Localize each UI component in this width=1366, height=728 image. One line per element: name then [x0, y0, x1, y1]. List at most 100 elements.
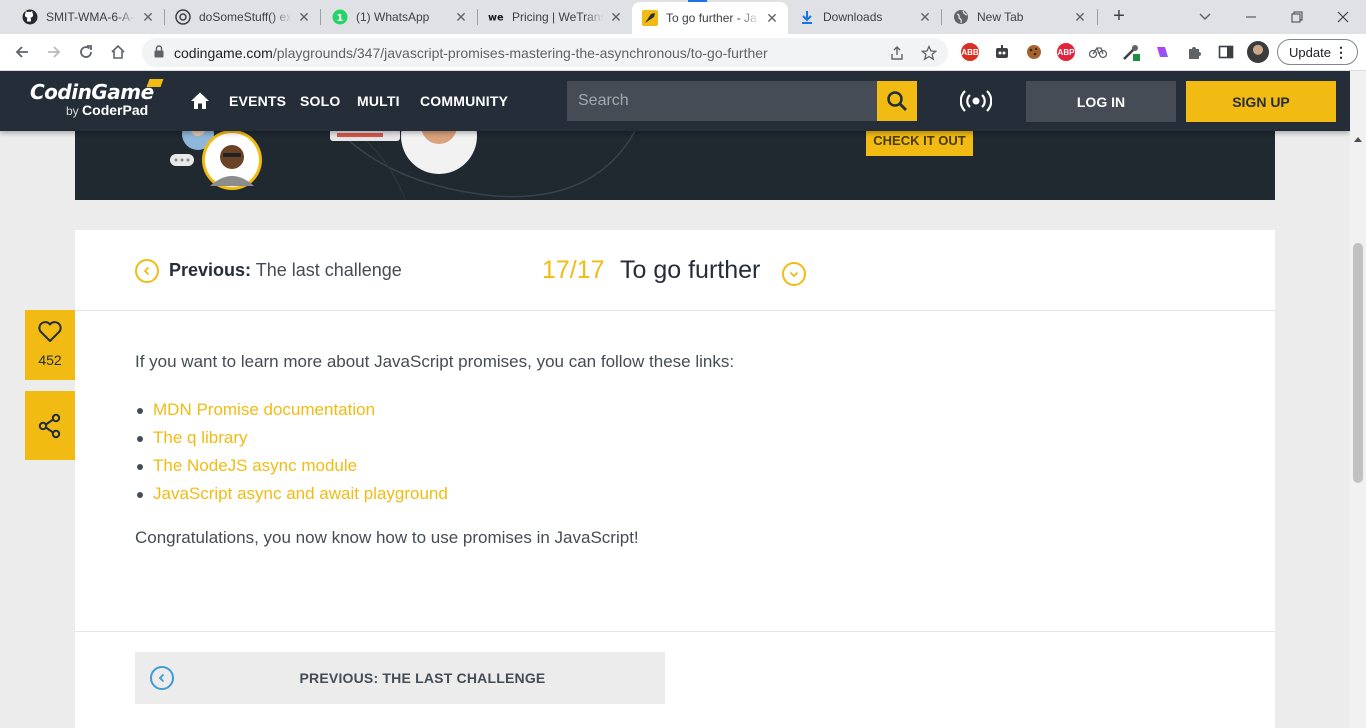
close-icon[interactable]: ✕ — [140, 9, 156, 25]
share-icon — [38, 413, 61, 438]
previous-lesson-button[interactable]: PREVIOUS: THE LAST CHALLENGE — [135, 652, 665, 704]
home-icon[interactable] — [190, 91, 210, 111]
browser-tab[interactable]: Downloads ✕ — [789, 0, 941, 34]
step-counter: 17/17 — [542, 256, 605, 284]
restore-button[interactable] — [1274, 0, 1320, 34]
extension-gradient-icon[interactable] — [1153, 43, 1171, 61]
tab-title: To go further - Ja — [666, 11, 757, 25]
search-button[interactable] — [877, 81, 917, 121]
previous-lesson-link[interactable]: Previous: The last challenge — [169, 260, 402, 281]
nav-multi[interactable]: MULTI — [357, 93, 400, 109]
chevron-down-icon[interactable] — [782, 262, 806, 286]
lock-icon[interactable] — [154, 45, 164, 63]
logo-hat-icon — [146, 79, 164, 87]
extension-eyedropper-icon[interactable] — [1122, 43, 1140, 61]
lesson-card: Previous: The last challenge 17/17 To go… — [75, 230, 1275, 728]
previous-chevron-icon[interactable] — [135, 259, 159, 283]
close-icon[interactable]: ✕ — [453, 9, 469, 25]
browser-tab-active[interactable]: To go further - Ja ✕ — [632, 2, 788, 34]
close-icon[interactable]: ✕ — [764, 10, 780, 26]
tab-title: New Tab — [977, 10, 1024, 24]
search-input[interactable]: Search — [567, 81, 877, 121]
browser-tab[interactable]: we Pricing | WeTrans ✕ — [478, 0, 632, 34]
browser-tab[interactable]: 1 (1) WhatsApp ✕ — [322, 0, 477, 34]
browser-tab[interactable]: New Tab ✕ — [943, 0, 1096, 34]
browser-tab[interactable]: doSomeStuff() ex ✕ — [165, 0, 320, 34]
new-tab-button[interactable]: + — [1106, 5, 1132, 29]
home-button[interactable] — [105, 39, 131, 65]
forward-button[interactable] — [41, 39, 67, 65]
logo-by: by — [66, 104, 79, 118]
link-mdn-promise[interactable]: MDN Promise documentation — [153, 400, 375, 419]
share-page-icon[interactable] — [888, 44, 906, 62]
tab-loading-indicator — [688, 0, 707, 2]
logo-byline: by CoderPad — [66, 103, 170, 118]
link-q-library[interactable]: The q library — [153, 428, 247, 447]
browser-tab[interactable]: SMIT-WMA-6-A- ✕ — [12, 0, 164, 34]
extension-cookie-icon[interactable] — [1025, 43, 1043, 61]
tab-title: doSomeStuff() ex — [199, 10, 292, 24]
url-text: codingame.com/playgrounds/347/javascript… — [174, 45, 768, 61]
close-window-button[interactable] — [1320, 0, 1366, 34]
scroll-up-arrow-icon[interactable] — [1354, 137, 1362, 142]
link-nodejs-async[interactable]: The NodeJS async module — [153, 456, 357, 475]
openai-icon — [175, 9, 191, 25]
tab-title: (1) WhatsApp — [356, 10, 430, 24]
extension-cycling-icon[interactable] — [1089, 43, 1107, 61]
update-button[interactable]: Update ⋮ — [1277, 39, 1358, 65]
tab-separator — [320, 9, 321, 25]
tab-search-chevron-icon[interactable] — [1182, 0, 1228, 34]
reload-button[interactable] — [73, 39, 99, 65]
list-item: MDN Promise documentation — [137, 396, 1215, 424]
download-icon — [799, 9, 815, 25]
login-button[interactable]: LOG IN — [1026, 81, 1176, 122]
browser-tab-strip: SMIT-WMA-6-A- ✕ doSomeStuff() ex ✕ 1 (1)… — [0, 0, 1366, 34]
live-broadcast-icon[interactable] — [959, 89, 993, 113]
svg-text:1: 1 — [337, 13, 344, 24]
scrollbar-thumb[interactable] — [1353, 243, 1363, 483]
link-async-await-playground[interactable]: JavaScript async and await playground — [153, 484, 448, 503]
nav-solo[interactable]: SOLO — [300, 93, 340, 109]
extensions-puzzle-icon[interactable] — [1185, 43, 1203, 61]
codingame-logo[interactable]: CodinGame by CoderPad — [30, 79, 170, 123]
like-count: 452 — [38, 352, 62, 368]
previous-prefix: Previous: — [169, 260, 252, 280]
menu-kebab-icon: ⋮ — [1334, 44, 1348, 60]
url-path: /playgrounds/347/javascript-promises-mas… — [272, 45, 768, 61]
back-button[interactable] — [9, 39, 35, 65]
search-icon — [887, 91, 907, 111]
tab-separator — [1097, 9, 1098, 25]
page-title: To go further — [620, 256, 761, 284]
lesson-header: Previous: The last challenge 17/17 To go… — [75, 230, 1275, 311]
share-button[interactable] — [25, 391, 75, 460]
close-icon[interactable]: ✕ — [1072, 9, 1088, 25]
lesson-content: If you want to learn more about JavaScri… — [135, 350, 1215, 550]
like-button[interactable]: 452 — [25, 310, 75, 380]
extension-abb-icon[interactable]: ABB — [961, 43, 979, 61]
side-panel-icon[interactable] — [1217, 43, 1235, 61]
profile-avatar[interactable] — [1247, 41, 1269, 63]
nav-community[interactable]: COMMUNITY — [420, 93, 508, 109]
page-scrollbar[interactable] — [1350, 71, 1366, 728]
tab-title: Pricing | WeTrans — [512, 10, 604, 24]
close-icon[interactable]: ✕ — [296, 9, 312, 25]
close-icon[interactable]: ✕ — [608, 9, 624, 25]
wetransfer-icon: we — [488, 9, 504, 25]
list-item: The q library — [137, 424, 1215, 452]
list-item: The NodeJS async module — [137, 452, 1215, 480]
address-bar[interactable]: codingame.com/playgrounds/347/javascript… — [142, 38, 948, 67]
bookmark-star-icon[interactable] — [920, 44, 938, 62]
codingame-icon — [642, 10, 658, 26]
whatsapp-icon: 1 — [332, 9, 348, 25]
extension-robot-icon[interactable] — [993, 43, 1011, 61]
signup-button[interactable]: SIGN UP — [1186, 81, 1336, 122]
minimize-button[interactable] — [1228, 0, 1274, 34]
extension-adblock-icon[interactable]: ABP — [1057, 43, 1075, 61]
close-icon[interactable]: ✕ — [917, 9, 933, 25]
previous-title: The last challenge — [255, 260, 402, 280]
logo-coderpad: CoderPad — [82, 102, 149, 118]
nav-events[interactable]: EVENTS — [229, 93, 286, 109]
globe-icon — [953, 9, 969, 25]
heart-icon — [38, 321, 62, 342]
svg-text:we: we — [488, 13, 504, 23]
